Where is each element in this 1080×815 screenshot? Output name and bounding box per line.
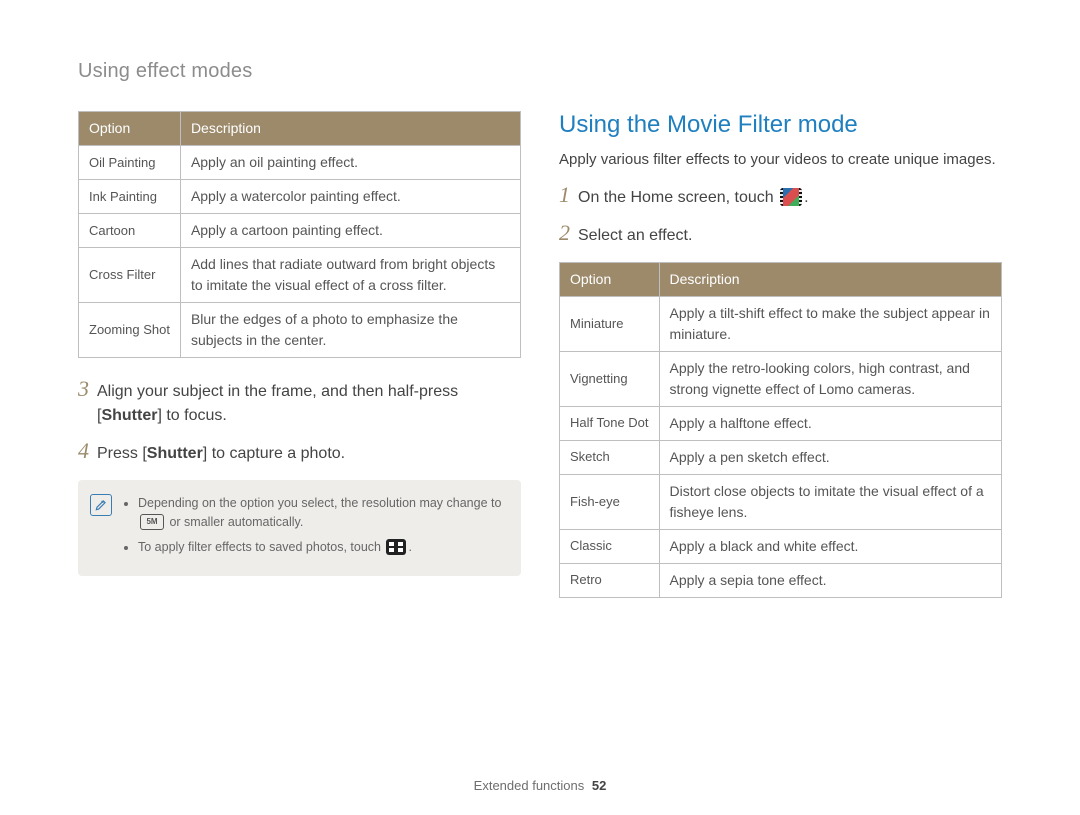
left-column: Option Description Oil PaintingApply an … xyxy=(78,111,521,598)
section-title: Using the Movie Filter mode xyxy=(559,111,1002,139)
th-option: Option xyxy=(79,112,181,146)
table-row: Oil PaintingApply an oil painting effect… xyxy=(79,146,521,180)
step-4: 4 Press [Shutter] to capture a photo. xyxy=(78,442,521,466)
step-text: Align your subject in the frame, and the… xyxy=(97,380,521,428)
cell-option: Half Tone Dot xyxy=(560,406,660,440)
breadcrumb: Using effect modes xyxy=(78,60,1050,83)
step-3: 3 Align your subject in the frame, and t… xyxy=(78,380,521,428)
table-row: Half Tone DotApply a halftone effect. xyxy=(560,406,1002,440)
step-text: Press [Shutter] to capture a photo. xyxy=(97,442,345,466)
cell-option: Retro xyxy=(560,563,660,597)
th-description: Description xyxy=(180,112,520,146)
table-row: Fish-eyeDistort close objects to imitate… xyxy=(560,474,1002,529)
cell-desc: Apply a halftone effect. xyxy=(659,406,1001,440)
note-icon xyxy=(90,494,112,516)
cell-desc: Apply a pen sketch effect. xyxy=(659,440,1001,474)
cell-option: Ink Painting xyxy=(79,180,181,214)
cell-desc: Apply an oil painting effect. xyxy=(180,146,520,180)
cell-desc: Apply a black and white effect. xyxy=(659,529,1001,563)
step-number: 1 xyxy=(559,184,570,206)
step-number: 4 xyxy=(78,440,89,462)
movie-filter-table: Option Description MiniatureApply a tilt… xyxy=(559,262,1002,598)
note-bullet: To apply filter effects to saved photos,… xyxy=(138,538,507,557)
th-description: Description xyxy=(659,262,1001,296)
cell-option: Zooming Shot xyxy=(79,303,181,358)
table-row: CartoonApply a cartoon painting effect. xyxy=(79,214,521,248)
step-number: 3 xyxy=(78,378,89,400)
cell-option: Cartoon xyxy=(79,214,181,248)
table-row: SketchApply a pen sketch effect. xyxy=(560,440,1002,474)
table-row: MiniatureApply a tilt-shift effect to ma… xyxy=(560,296,1002,351)
table-row: RetroApply a sepia tone effect. xyxy=(560,563,1002,597)
step-1: 1 On the Home screen, touch . xyxy=(559,186,1002,210)
gallery-icon xyxy=(386,539,406,555)
step-2: 2 Select an effect. xyxy=(559,224,1002,248)
cell-option: Fish-eye xyxy=(560,474,660,529)
footer-section: Extended functions xyxy=(474,778,585,793)
photo-filter-table: Option Description Oil PaintingApply an … xyxy=(78,111,521,358)
page-footer: Extended functions 52 xyxy=(0,778,1080,793)
cell-desc: Distort close objects to imitate the vis… xyxy=(659,474,1001,529)
note-box: Depending on the option you select, the … xyxy=(78,480,521,576)
page-number: 52 xyxy=(592,778,606,793)
table-row: Ink PaintingApply a watercolor painting … xyxy=(79,180,521,214)
cell-option: Sketch xyxy=(560,440,660,474)
cell-option: Oil Painting xyxy=(79,146,181,180)
note-bullet: Depending on the option you select, the … xyxy=(138,494,507,532)
step-number: 2 xyxy=(559,222,570,244)
cell-option: Miniature xyxy=(560,296,660,351)
table-row: Cross FilterAdd lines that radiate outwa… xyxy=(79,248,521,303)
th-option: Option xyxy=(560,262,660,296)
movie-filter-icon xyxy=(780,188,802,206)
cell-desc: Apply a sepia tone effect. xyxy=(659,563,1001,597)
cell-desc: Apply a tilt-shift effect to make the su… xyxy=(659,296,1001,351)
cell-option: Classic xyxy=(560,529,660,563)
cell-desc: Apply the retro-looking colors, high con… xyxy=(659,351,1001,406)
cell-desc: Blur the edges of a photo to emphasize t… xyxy=(180,303,520,358)
table-row: ClassicApply a black and white effect. xyxy=(560,529,1002,563)
step-text: Select an effect. xyxy=(578,224,692,248)
table-row: VignettingApply the retro-looking colors… xyxy=(560,351,1002,406)
cell-desc: Add lines that radiate outward from brig… xyxy=(180,248,520,303)
cell-option: Vignetting xyxy=(560,351,660,406)
cell-desc: Apply a cartoon painting effect. xyxy=(180,214,520,248)
step-text: On the Home screen, touch . xyxy=(578,186,809,210)
cell-option: Cross Filter xyxy=(79,248,181,303)
right-column: Using the Movie Filter mode Apply variou… xyxy=(559,111,1002,598)
section-lead: Apply various filter effects to your vid… xyxy=(559,149,1002,172)
table-row: Zooming ShotBlur the edges of a photo to… xyxy=(79,303,521,358)
cell-desc: Apply a watercolor painting effect. xyxy=(180,180,520,214)
resolution-icon: 5M xyxy=(140,514,164,530)
